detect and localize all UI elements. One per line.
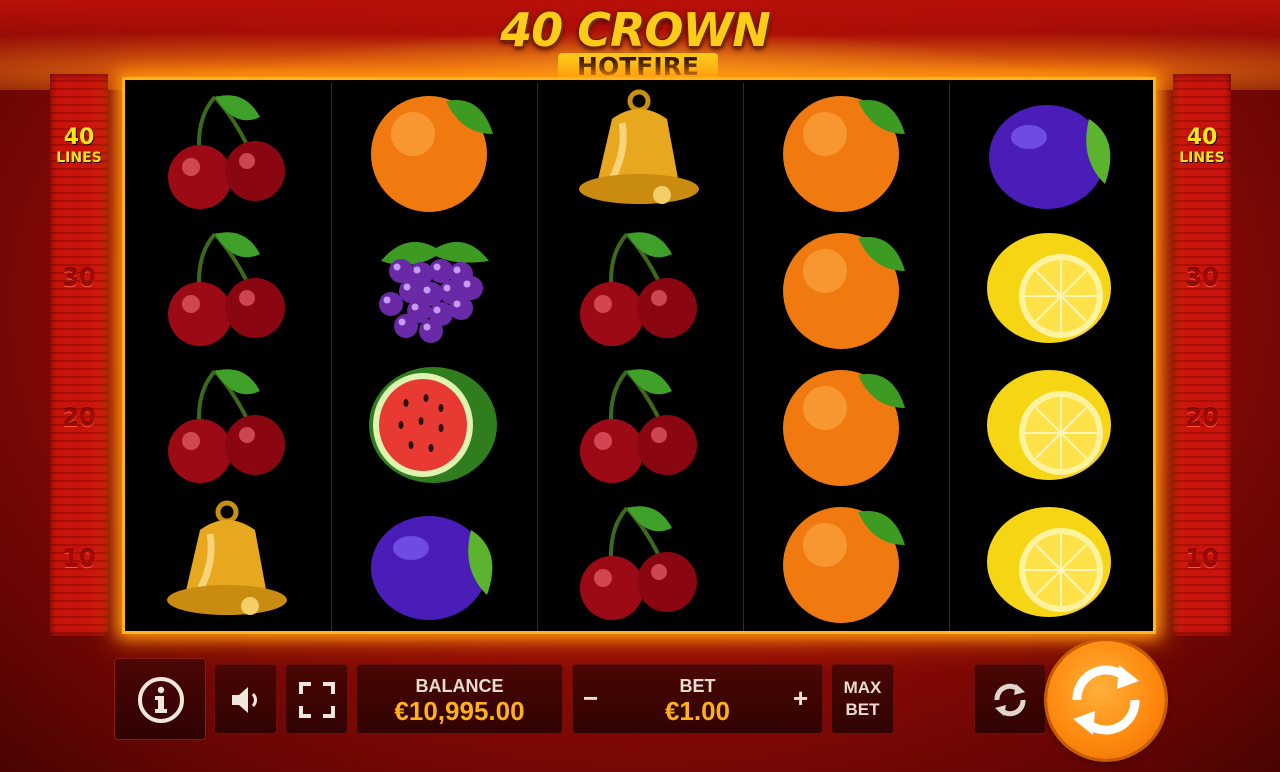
line-mark-30: 30	[1185, 264, 1219, 292]
paylines-panel-left: 40 LINES 30 20 10	[50, 74, 108, 636]
lines-count: 40 LINES	[50, 125, 108, 167]
logo-title: 40 CROWN	[500, 3, 771, 57]
cherry-symbol	[537, 357, 742, 494]
orange-symbol	[743, 83, 948, 220]
bet-panel: − BET €1.00 +	[572, 664, 823, 734]
max-bet-button[interactable]: MAX BET	[831, 664, 894, 734]
bet-increase-button[interactable]: +	[793, 683, 808, 714]
reel-1	[125, 83, 330, 631]
bell-symbol	[537, 83, 742, 220]
spin-button[interactable]	[1047, 641, 1165, 759]
plum-symbol	[949, 83, 1154, 220]
cherry-symbol	[537, 494, 742, 631]
line-mark-20: 20	[1185, 404, 1219, 432]
line-mark-30: 30	[62, 264, 96, 292]
plum-symbol	[331, 494, 536, 631]
lines-count: 40 LINES	[1173, 125, 1231, 167]
spin-icon	[1072, 665, 1140, 735]
lines-number: 40	[63, 125, 95, 150]
lemon-symbol	[949, 357, 1154, 494]
line-mark-10: 10	[1185, 545, 1219, 573]
sound-button[interactable]	[214, 664, 277, 734]
reel-window	[122, 77, 1156, 634]
autoplay-button[interactable]	[974, 664, 1046, 734]
orange-symbol	[743, 494, 948, 631]
speaker-icon	[232, 687, 257, 713]
orange-symbol	[743, 220, 948, 357]
cherry-symbol	[125, 357, 330, 494]
lines-label: LINES	[56, 150, 102, 166]
balance-value: €10,995.00	[394, 696, 525, 726]
reel-3	[537, 83, 742, 631]
bet-value: €1.00	[664, 696, 731, 726]
line-mark-10: 10	[62, 545, 96, 573]
orange-symbol	[331, 83, 536, 220]
max-bet-label-2: BET	[845, 700, 880, 719]
bet-label: BET	[679, 676, 716, 696]
line-mark-20: 20	[62, 404, 96, 432]
orange-symbol	[743, 357, 948, 494]
game-logo: 40 CROWN HOTFIRE	[0, 0, 1280, 82]
fullscreen-button[interactable]	[285, 664, 348, 734]
reel-5	[949, 83, 1154, 631]
reel-2	[331, 83, 536, 631]
grapes-symbol	[331, 220, 536, 357]
info-button[interactable]	[114, 658, 206, 740]
cherry-symbol	[125, 220, 330, 357]
lines-number: 40	[1186, 125, 1218, 150]
bell-symbol	[125, 494, 330, 631]
paylines-panel-right: 40 LINES 30 20 10	[1173, 74, 1231, 636]
lemon-symbol	[949, 494, 1154, 631]
bet-decrease-button[interactable]: −	[583, 683, 598, 714]
balance-display: BALANCE €10,995.00	[356, 664, 563, 734]
cherry-symbol	[125, 83, 330, 220]
cherry-symbol	[537, 220, 742, 357]
autoplay-icon	[994, 683, 1026, 717]
info-icon	[138, 677, 184, 723]
reel-4	[743, 83, 948, 631]
watermelon-symbol	[331, 357, 536, 494]
max-bet-label-1: MAX	[843, 678, 882, 697]
balance-label: BALANCE	[415, 676, 504, 696]
lines-label: LINES	[1179, 150, 1225, 166]
fullscreen-icon	[299, 682, 335, 718]
lemon-symbol	[949, 220, 1154, 357]
